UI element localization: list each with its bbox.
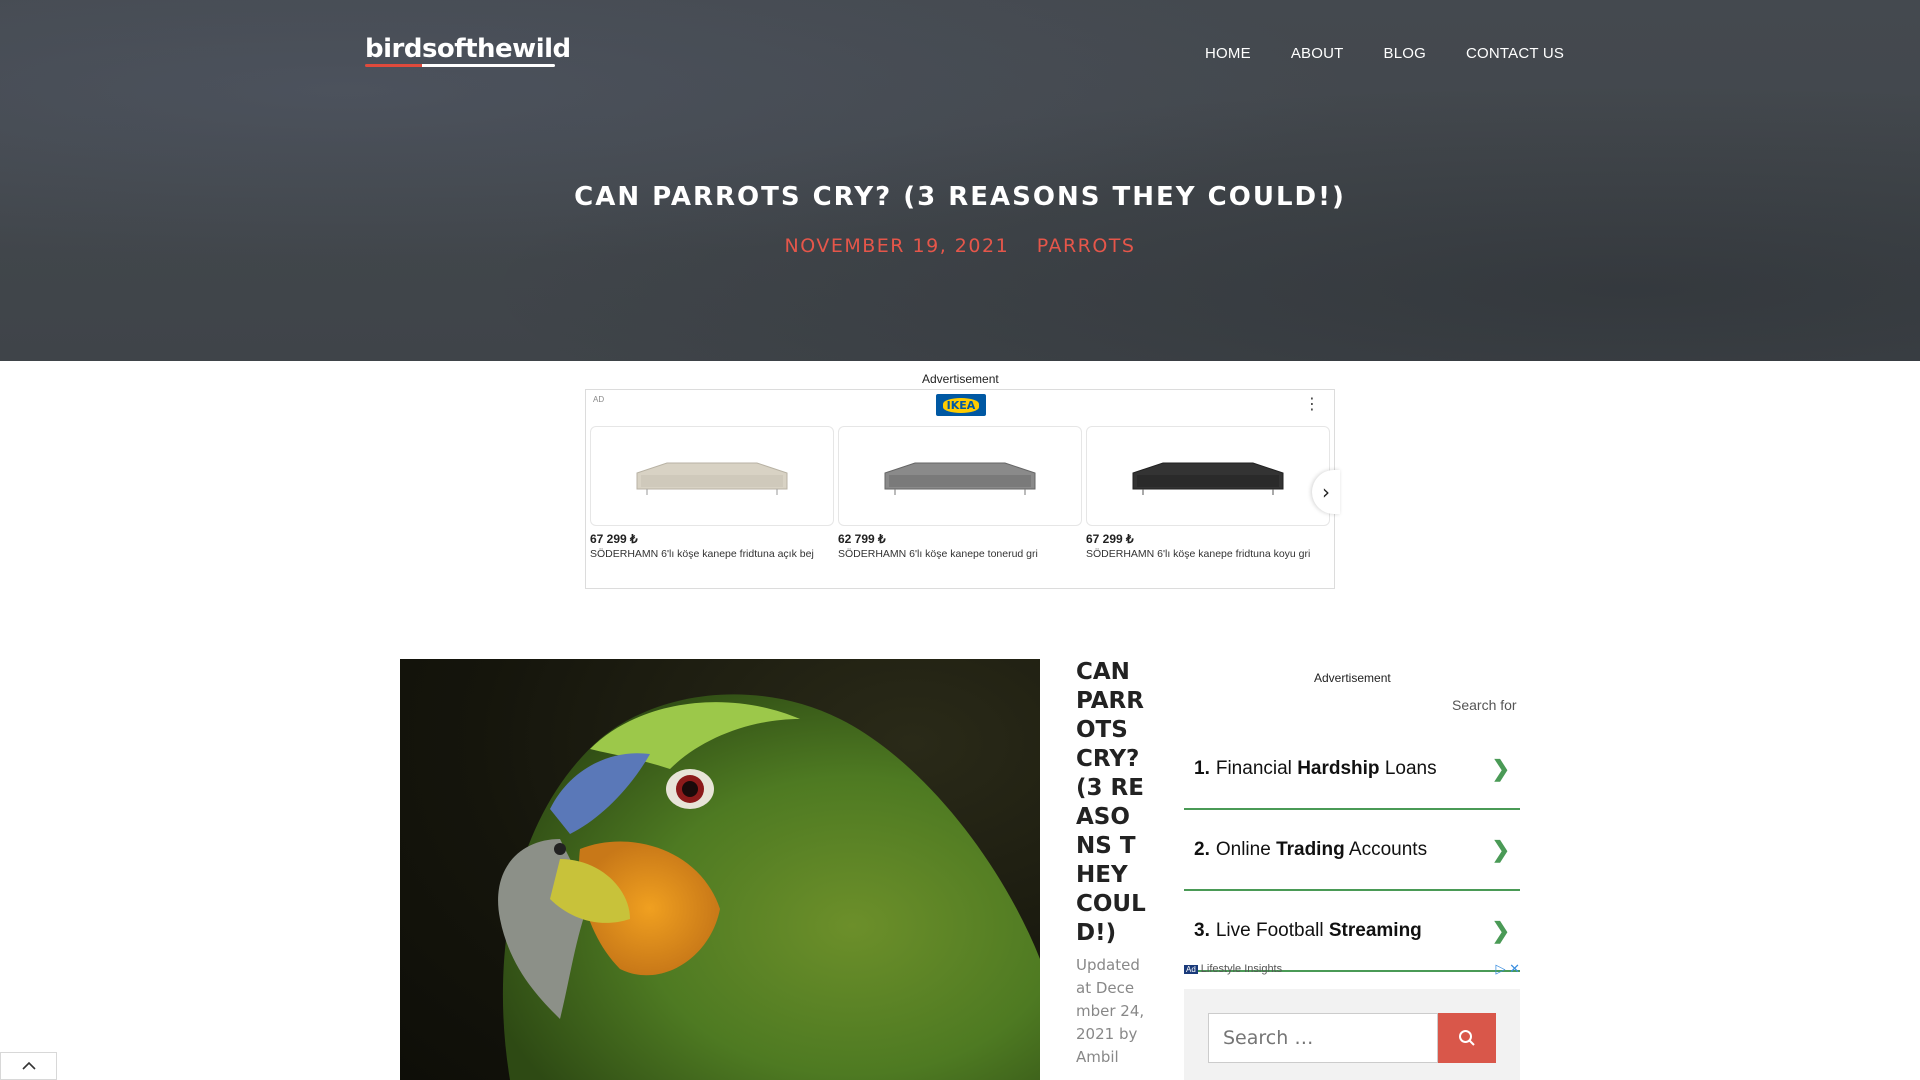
nav-about[interactable]: ABOUT (1291, 45, 1344, 62)
search-icon (1459, 1030, 1475, 1046)
ad-product[interactable]: 67 299 ₺ SÖDERHAMN 6'lı köşe kanepe frid… (1086, 426, 1330, 561)
scroll-to-top-button[interactable] (0, 1052, 57, 1080)
link-text-bold: Streaming (1328, 919, 1422, 941)
search-widget (1184, 989, 1520, 1080)
main-nav: HOME ABOUT BLOG CONTACT US (1205, 45, 1604, 62)
link-text-pre: Live Football (1215, 919, 1329, 941)
link-text-bold: Hardship (1297, 757, 1380, 779)
ad-footer: Ad Lifestyle Insights ▷ ✕ (1184, 961, 1520, 977)
nav-home[interactable]: HOME (1205, 45, 1251, 62)
product-name: SÖDERHAMN 6'lı köşe kanepe tonerud gri (838, 548, 1038, 560)
link-number: 2. (1194, 838, 1210, 860)
post-category[interactable]: PARROTS (1037, 235, 1136, 257)
sponsored-link[interactable]: 3. Live Football Streaming ❯ (1184, 891, 1520, 972)
ad-product[interactable]: 62 799 ₺ SÖDERHAMN 6'lı köşe kanepe tone… (838, 426, 1082, 561)
post-meta: Updated at December 24, 2021 by Ambil (1076, 956, 1145, 1066)
hero-header: birdsofthewild HOME ABOUT BLOG CONTACT U… (0, 0, 1920, 361)
product-price: 67 299 ₺ (1086, 532, 1134, 546)
logo-underline (365, 64, 555, 67)
parrot-illustration (498, 694, 1040, 1080)
link-text-pre: Financial (1215, 757, 1298, 779)
chevron-up-icon (21, 1061, 36, 1070)
product-price: 67 299 ₺ (590, 532, 638, 546)
sofa-icon (884, 462, 1036, 495)
search-button[interactable] (1438, 1013, 1496, 1063)
chevron-right-icon: ❯ (1491, 755, 1510, 781)
link-number: 1. (1194, 757, 1210, 779)
sofa-icon (1132, 462, 1284, 495)
post-date[interactable]: NOVEMBER 19, 2021 (785, 235, 1010, 257)
hero-meta: NOVEMBER 19, 2021 PARROTS (0, 235, 1920, 257)
post-title: CAN PARROTS CRY? (3 REASONS THEY COULD!) (1076, 659, 1146, 946)
product-name: SÖDERHAMN 6'lı köşe kanepe fridtuna açık… (590, 548, 814, 560)
sofa-image (590, 426, 834, 526)
sofa-icon (636, 462, 788, 495)
sponsored-link[interactable]: 1. Financial Hardship Loans ❯ (1184, 729, 1520, 810)
link-number: 3. (1194, 919, 1210, 941)
search-input[interactable] (1208, 1013, 1438, 1063)
link-text-bold: Trading (1276, 838, 1345, 860)
link-text-pre: Online (1215, 838, 1277, 860)
ad-label-sidebar: Advertisement (1314, 671, 1391, 685)
adchoices-icon[interactable]: ▷ ✕ (1495, 961, 1520, 977)
link-text-post: Accounts (1344, 838, 1428, 860)
ikea-logo[interactable]: IKEA (936, 394, 986, 416)
top-ad-banner[interactable]: AD IKEA ⋮ 67 299 ₺ SÖDERHAMN 6'lı köşe k… (585, 389, 1340, 589)
link-text-post: Loans (1379, 757, 1437, 779)
ad-badge[interactable]: Ad (1184, 964, 1198, 974)
product-name: SÖDERHAMN 6'lı köşe kanepe fridtuna koyu… (1086, 548, 1311, 560)
chevron-right-icon: ❯ (1491, 836, 1510, 862)
sofa-image (838, 426, 1082, 526)
search-for-label: Search for (1452, 697, 1517, 713)
ad-product[interactable]: 67 299 ₺ SÖDERHAMN 6'lı köşe kanepe frid… (590, 426, 834, 561)
nav-contact[interactable]: CONTACT US (1466, 45, 1564, 62)
featured-image-parrot (400, 659, 1040, 1080)
sponsored-links: 1. Financial Hardship Loans ❯ 2. Online Tr… (1184, 729, 1520, 972)
sofa-image (1086, 426, 1330, 526)
ad-provider[interactable]: Lifestyle Insights (1201, 963, 1282, 975)
ad-label-top: Advertisement (922, 372, 999, 386)
more-options-icon[interactable]: ⋮ (1304, 396, 1320, 412)
chevron-right-icon: ❯ (1491, 917, 1510, 943)
site-logo[interactable]: birdsofthewild (365, 34, 571, 64)
hero-title: CAN PARROTS CRY? (3 REASONS THEY COULD!) (574, 182, 1346, 212)
ad-tag: AD (593, 395, 605, 404)
nav-blog[interactable]: BLOG (1384, 45, 1426, 62)
product-price: 62 799 ₺ (838, 532, 886, 546)
sponsored-link[interactable]: 2. Online Trading Accounts ❯ (1184, 810, 1520, 891)
